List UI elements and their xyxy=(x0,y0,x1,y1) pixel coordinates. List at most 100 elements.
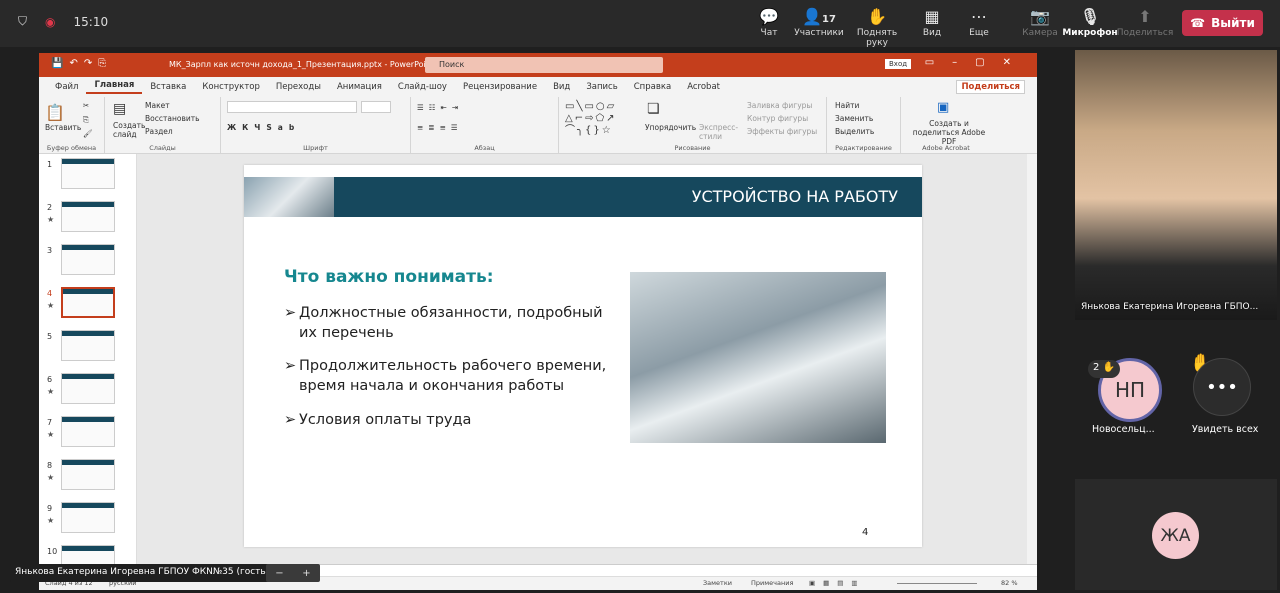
see-all-button[interactable]: ••• xyxy=(1193,358,1251,416)
current-slide[interactable]: УСТРОЙСТВО НА РАБОТУ Что важно понимать:… xyxy=(244,165,922,547)
tab-file[interactable]: Файл xyxy=(47,82,86,92)
share-doc-button[interactable]: Поделиться xyxy=(956,80,1025,94)
tab-review[interactable]: Рецензирование xyxy=(455,82,545,92)
zoom-controls[interactable]: − + xyxy=(266,564,320,582)
zoom-out-icon[interactable]: − xyxy=(275,568,283,579)
ppt-titlebar: 💾↶↷⎘ МК_Зарпл как источн дохода_1_Презен… xyxy=(39,53,1037,77)
arrange-button[interactable]: Упорядочить xyxy=(645,123,696,132)
ribbon-tabs: Файл Главная Вставка Конструктор Переход… xyxy=(39,77,1037,97)
cut-icon[interactable]: ✂ xyxy=(83,101,89,110)
thumbnail-slide-3[interactable]: 3 xyxy=(39,242,137,278)
more-button[interactable]: ⋯ Еще xyxy=(947,6,1011,38)
paste-button[interactable]: Вставить xyxy=(45,123,81,132)
tab-view[interactable]: Вид xyxy=(545,82,578,92)
ribbon: 📋 Вставить ✂ ⎘ 🖌 Буфер обмена ▤ Создать … xyxy=(39,97,1037,154)
notes-toggle[interactable]: Заметки xyxy=(703,579,732,587)
tab-transitions[interactable]: Переходы xyxy=(268,82,329,92)
thumbnail-slide-10[interactable]: 10 xyxy=(39,543,137,564)
new-slide-icon: ▤ xyxy=(113,101,127,117)
tab-help[interactable]: Справка xyxy=(626,82,679,92)
window-controls[interactable]: ▭–▢✕ xyxy=(925,57,1029,68)
thumbnail-slide-6[interactable]: 6 ★ xyxy=(39,371,137,407)
group-slides: ▤ Создать слайд Макет Восстановить Разде… xyxy=(105,97,221,154)
layout-button[interactable]: Макет xyxy=(145,101,170,110)
arrange-icon: ❏ xyxy=(647,101,660,117)
thumbnail-slide-1[interactable]: 1 xyxy=(39,156,137,192)
participant-name-np: Новосельц... xyxy=(1092,424,1155,435)
participant-video[interactable]: Янькова Екатерина Игоревна ГБПО... xyxy=(1075,50,1277,320)
laptop-photo xyxy=(630,272,886,443)
comments-toggle[interactable]: Примечания xyxy=(751,579,793,587)
see-all-label: Увидеть всех xyxy=(1192,424,1259,435)
participants-count: 17 xyxy=(822,14,836,25)
presenter-caption: Янькова Екатерина Игоревна ГБПОУ ФКN№35 … xyxy=(10,564,275,582)
paste-icon: 📋 xyxy=(45,103,65,122)
thumbnail-slide-4[interactable]: 4 ★ xyxy=(39,285,137,321)
tab-record[interactable]: Запись xyxy=(578,82,625,92)
section-button[interactable]: Раздел xyxy=(145,127,173,136)
shape-effects-button[interactable]: Эффекты фигуры xyxy=(747,127,817,136)
more-icon: ••• xyxy=(1206,376,1238,398)
select-button[interactable]: Выделить xyxy=(835,127,874,136)
shield-icon: ⛉ xyxy=(18,14,28,28)
search-input[interactable]: Поиск xyxy=(425,57,663,73)
view-buttons[interactable]: ▣▦▤▥ xyxy=(809,579,866,587)
group-editing: Найти Заменить Выделить Редактирование xyxy=(827,97,901,154)
align-buttons[interactable]: ≡≣≡☰ xyxy=(417,123,463,132)
shape-fill-button[interactable]: Заливка фигуры xyxy=(747,101,812,110)
tab-slideshow[interactable]: Слайд-шоу xyxy=(390,82,455,92)
shape-outline-button[interactable]: Контур фигуры xyxy=(747,114,808,123)
group-paragraph: ☰☷⇤⇥ ≡≣≡☰ Абзац xyxy=(411,97,559,154)
meeting-toolbar: ⛉ ◉ 15:10 💬 Чат 👤17 Участники ✋ Поднять … xyxy=(0,0,1280,48)
avatar-ja[interactable]: ЖА xyxy=(1152,512,1199,559)
quick-access-icons[interactable]: 💾↶↷⎘ xyxy=(51,58,112,69)
find-button[interactable]: Найти xyxy=(835,101,859,110)
header-image xyxy=(244,177,334,217)
share-button[interactable]: ⬆ Поделиться xyxy=(1113,6,1177,38)
bullet-3: ➢ Условия оплаты труда xyxy=(284,412,472,428)
font-family-select[interactable] xyxy=(227,101,357,113)
tab-home[interactable]: Главная xyxy=(86,80,143,94)
tab-insert[interactable]: Вставка xyxy=(142,82,194,92)
font-format-buttons[interactable]: ЖКЧSab xyxy=(227,123,300,132)
thumbnail-slide-9[interactable]: 9 ★ xyxy=(39,500,137,536)
participants-button[interactable]: 👤17 Участники xyxy=(787,6,851,38)
slide-number: 4 xyxy=(862,527,869,538)
arrow-bullet-icon: ➢ xyxy=(284,412,297,428)
zoom-in-icon[interactable]: + xyxy=(302,568,310,579)
leave-button[interactable]: ☎ Выйти xyxy=(1182,10,1263,36)
tab-acrobat[interactable]: Acrobat xyxy=(679,82,728,92)
arrow-bullet-icon: ➢ xyxy=(284,358,297,374)
pdf-icon: ▣ xyxy=(937,100,950,115)
tab-animation[interactable]: Анимация xyxy=(329,82,390,92)
group-font: ЖКЧSab Шрифт xyxy=(221,97,411,154)
thumbnail-slide-2[interactable]: 2 ★ xyxy=(39,199,137,235)
group-drawing: ▭╲▭○▱ △⌐⇨⬠↗ ⌒╮{}☆ ❏ Упорядочить Экспресс… xyxy=(559,97,827,154)
font-size-select[interactable] xyxy=(361,101,391,113)
bullet-2: ➢ Продолжительность рабочего времени, вре… xyxy=(284,358,607,394)
meeting-time: 15:10 xyxy=(73,14,109,29)
thumbnail-slide-5[interactable]: 5 xyxy=(39,328,137,364)
vertical-scrollbar[interactable] xyxy=(1027,154,1037,564)
raised-hand-badge: 2 ✋ xyxy=(1088,360,1120,378)
zoom-slider[interactable] xyxy=(897,583,977,584)
format-painter-icon[interactable]: 🖌 xyxy=(83,129,93,138)
create-pdf-button[interactable]: Создать и поделиться Adobe PDF xyxy=(907,119,991,146)
replace-button[interactable]: Заменить xyxy=(835,114,873,123)
slide-header-band: УСТРОЙСТВО НА РАБОТУ xyxy=(244,177,922,217)
phone-hangup-icon: ☎ xyxy=(1190,16,1206,30)
list-buttons[interactable]: ☰☷⇤⇥ xyxy=(417,103,463,112)
tab-design[interactable]: Конструктор xyxy=(194,82,268,92)
login-button[interactable]: Вход xyxy=(885,59,912,69)
thumbnail-slide-7[interactable]: 7 ★ xyxy=(39,414,137,450)
copy-icon[interactable]: ⎘ xyxy=(83,115,89,125)
share-icon: ⬆ xyxy=(1138,7,1152,26)
new-slide-button[interactable]: Создать слайд xyxy=(113,121,145,139)
slide-title: УСТРОЙСТВО НА РАБОТУ xyxy=(691,187,898,206)
zoom-level[interactable]: 82 % xyxy=(1001,579,1018,587)
participant-name: Янькова Екатерина Игоревна ГБПО... xyxy=(1081,302,1259,312)
reset-button[interactable]: Восстановить xyxy=(145,114,200,123)
thumbnail-slide-8[interactable]: 8 ★ xyxy=(39,457,137,493)
shapes-gallery[interactable]: ▭╲▭○▱ △⌐⇨⬠↗ ⌒╮{}☆ xyxy=(565,101,643,137)
quick-styles-button[interactable]: Экспресс-стили xyxy=(699,123,739,141)
